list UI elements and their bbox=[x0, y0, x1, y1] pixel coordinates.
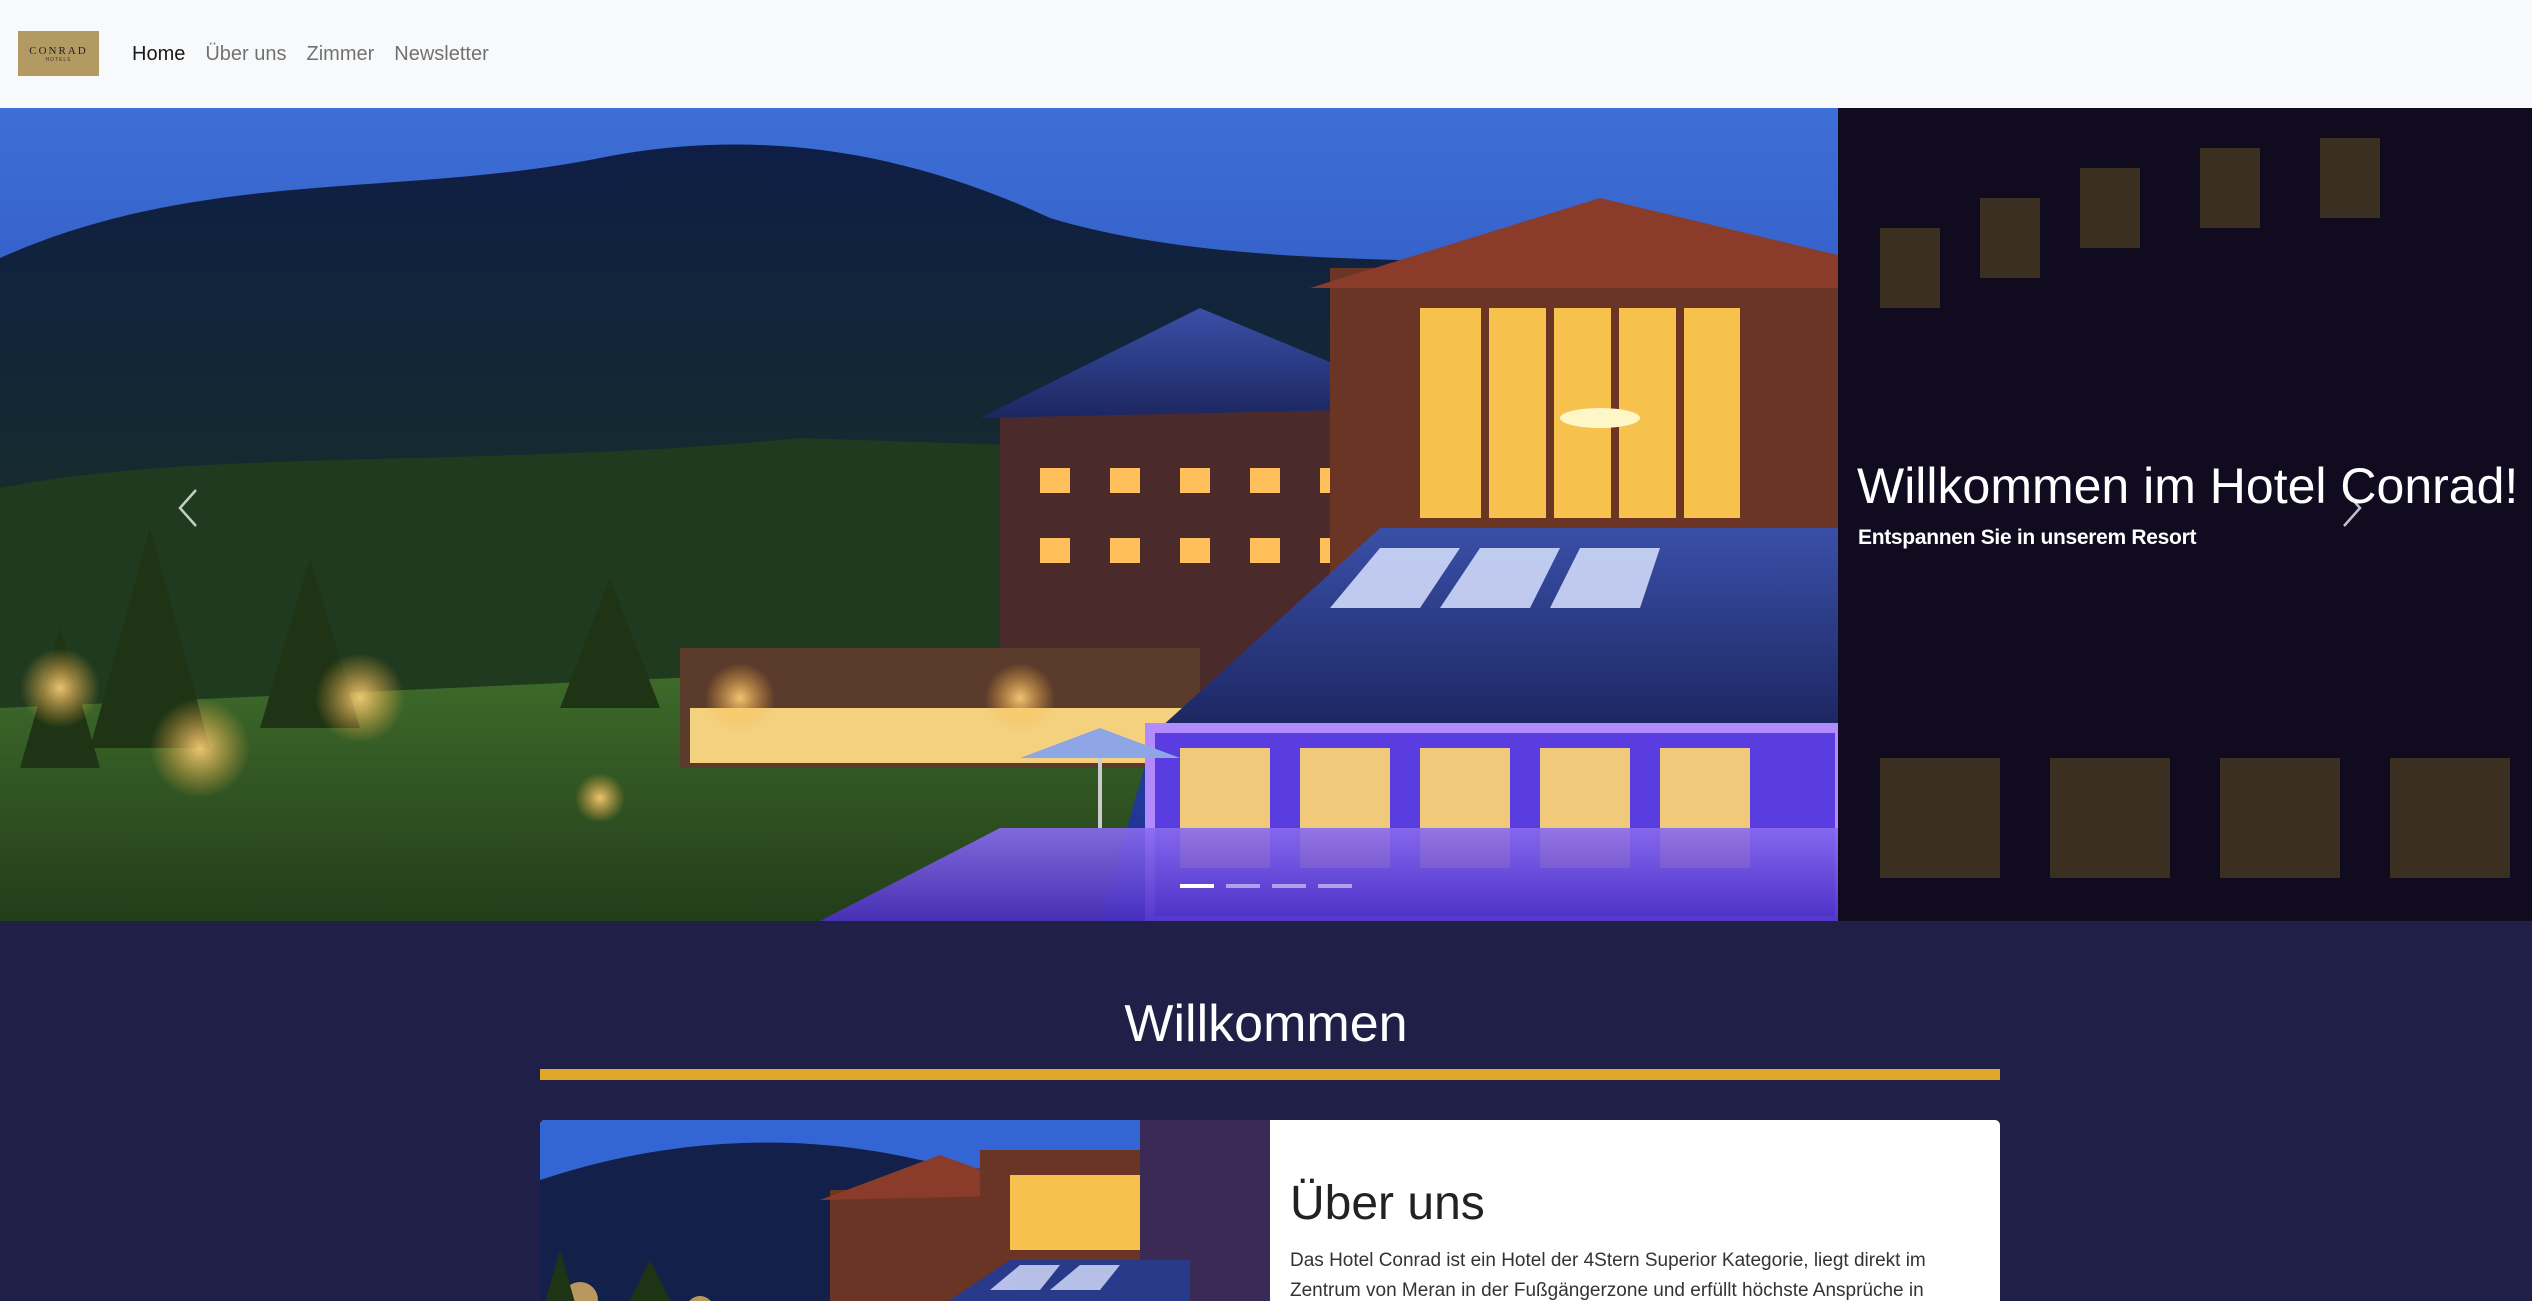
carousel-caption-title: Willkommen im Hotel Conrad! bbox=[1857, 458, 2519, 514]
carousel-prev-button[interactable] bbox=[170, 478, 210, 538]
section-divider bbox=[540, 1069, 2000, 1080]
logo-wordmark: CONRAD bbox=[29, 44, 88, 57]
chevron-left-icon bbox=[178, 489, 197, 527]
carousel-indicator-3[interactable] bbox=[1272, 884, 1306, 888]
about-card-text: Das Hotel Conrad ist ein Hotel der 4Ster… bbox=[1290, 1250, 1926, 1301]
carousel-indicator-1[interactable] bbox=[1180, 884, 1214, 888]
nav-item-home[interactable]: Home bbox=[132, 42, 185, 66]
hero-carousel: Willkommen im Hotel Conrad! Entspannen S… bbox=[0, 108, 2532, 921]
carousel-indicator-4[interactable] bbox=[1318, 884, 1352, 888]
carousel-caption-subtitle: Entspannen Sie in unserem Resort bbox=[1858, 526, 2197, 549]
logo-subtitle: HOTELS bbox=[45, 56, 72, 63]
about-card: Über uns Das Hotel Conrad ist ein Hotel … bbox=[540, 1120, 2000, 1301]
chevron-right-icon bbox=[2343, 489, 2362, 527]
carousel-indicators bbox=[1180, 884, 1352, 888]
carousel-indicator-2[interactable] bbox=[1226, 884, 1260, 888]
carousel-next-button[interactable] bbox=[2330, 478, 2370, 538]
navbar: CONRAD HOTELS Home Über uns Zimmer Newsl… bbox=[0, 0, 2532, 108]
section-title-willkommen: Willkommen bbox=[1124, 995, 1408, 1053]
nav-item-ueber-uns[interactable]: Über uns bbox=[205, 42, 286, 66]
nav-item-zimmer[interactable]: Zimmer bbox=[307, 42, 375, 66]
hotel-logo[interactable]: CONRAD HOTELS bbox=[18, 31, 99, 76]
nav-menu: Home Über uns Zimmer Newsletter bbox=[132, 0, 509, 108]
nav-item-newsletter[interactable]: Newsletter bbox=[394, 42, 488, 66]
about-card-image bbox=[540, 1120, 1270, 1301]
about-card-title: Über uns bbox=[1290, 1177, 1485, 1230]
